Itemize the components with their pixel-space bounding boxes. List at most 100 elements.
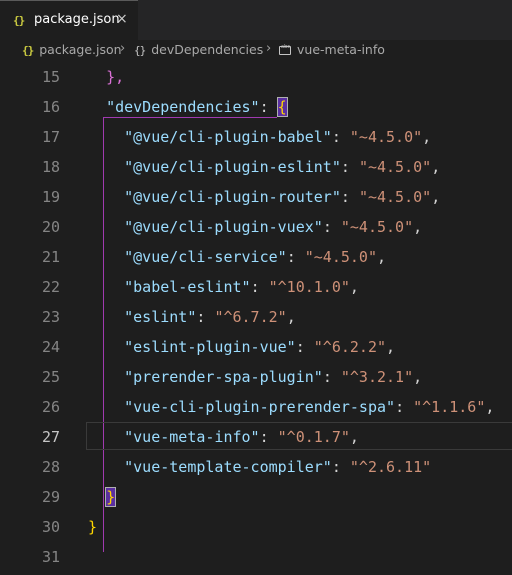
json-value: "^10.1.0" [268,278,350,296]
json-key: "vue-cli-plugin-prerender-spa" [124,398,396,416]
json-value: "~4.5.0" [358,158,432,176]
line-number: 16 [41,98,60,116]
json-value: "~4.5.0" [340,218,414,236]
code-line[interactable]: 21 "@vue/cli-service": "~4.5.0", [0,242,512,272]
line-number: 22 [41,278,60,296]
breadcrumb-item-vue-meta-info[interactable]: vue-meta-info [279,42,385,57]
line-code: "vue-meta-info": "^0.1.7", [124,428,359,446]
line-number: 18 [41,158,60,176]
line-code: "@vue/cli-plugin-vuex": "~4.5.0", [124,218,423,236]
json-key: "@vue/cli-plugin-router" [124,188,341,206]
code-line[interactable]: 15 }, [0,62,512,92]
line-code: "eslint-plugin-vue": "^6.2.2", [124,338,396,356]
punctuation: , [431,188,441,206]
line-code: "babel-eslint": "^10.1.0", [124,278,359,296]
line-number: 25 [41,368,60,386]
code-line[interactable]: 26 "vue-cli-plugin-prerender-spa": "^1.1… [0,392,512,422]
json-key: "@vue/cli-plugin-babel" [124,128,332,146]
json-value: "^0.1.7" [277,428,350,446]
line-number: 28 [41,458,60,476]
code-line[interactable]: 16 "devDependencies": { [0,92,512,122]
line-code: "@vue/cli-plugin-eslint": "~4.5.0", [124,158,441,176]
code-line[interactable]: 30} [0,512,512,542]
line-number: 15 [41,68,60,86]
code-editor[interactable]: 15 }, 16 "devDependencies": {17 "@vue/cli… [0,62,512,575]
code-line[interactable]: 25 "prerender-spa-plugin": "^3.2.1", [0,362,512,392]
json-key: "@vue/cli-service" [124,248,287,266]
close-icon[interactable]: × [116,11,128,27]
breadcrumb-label: vue-meta-info [297,42,385,57]
punctuation: , [485,398,495,416]
code-line[interactable]: 19 "@vue/cli-plugin-router": "~4.5.0", [0,182,512,212]
code-line[interactable]: 29 } [0,482,512,512]
code-line[interactable]: 28 "vue-template-compiler": "^2.6.11" [0,452,512,482]
json-value: "~4.5.0" [349,128,423,146]
json-file-icon: {} [22,44,34,57]
json-file-icon: {} [13,14,25,27]
line-code: "vue-template-compiler": "^2.6.11" [124,458,432,476]
punctuation: , [349,428,359,446]
line-number: 24 [41,338,60,356]
punctuation: , [431,158,441,176]
line-code: "eslint": "^6.7.2", [124,308,296,326]
code-line[interactable]: 24 "eslint-plugin-vue": "^6.2.2", [0,332,512,362]
object-icon: {} [134,44,146,57]
code-line[interactable]: 22 "babel-eslint": "^10.1.0", [0,272,512,302]
line-code: "vue-cli-plugin-prerender-spa": "^1.1.6"… [124,398,495,416]
line-code: "devDependencies": { [106,97,288,117]
json-value: "^3.2.1" [340,368,414,386]
breadcrumb-item-file[interactable]: {} package.json [22,42,122,57]
line-code: "@vue/cli-plugin-babel": "~4.5.0", [124,128,432,146]
json-key: "vue-meta-info" [124,428,260,446]
json-key: "@vue/cli-plugin-vuex" [124,218,323,236]
punctuation: , [413,218,423,236]
breadcrumb-separator-icon: › [120,41,126,56]
code-line[interactable]: 20 "@vue/cli-plugin-vuex": "~4.5.0", [0,212,512,242]
line-number: 20 [41,218,60,236]
line-code: } [88,512,97,542]
json-key: "@vue/cli-plugin-eslint" [124,158,341,176]
breadcrumb-separator-icon: › [266,41,272,56]
punctuation: , [413,368,423,386]
json-key: "eslint" [124,308,197,326]
punctuation: , [286,308,296,326]
line-code: }, [88,62,124,92]
bracket: } [105,487,117,507]
code-line[interactable]: 23 "eslint": "^6.7.2", [0,302,512,332]
code-line[interactable]: 27 "vue-meta-info": "^0.1.7", [0,422,512,452]
string-icon [279,44,291,55]
json-key: "devDependencies" [106,98,260,116]
json-value: "^2.6.11" [349,458,432,476]
bracket: }, [106,68,125,86]
line-code: "prerender-spa-plugin": "^3.2.1", [124,368,423,386]
code-line[interactable]: 17 "@vue/cli-plugin-babel": "~4.5.0", [0,122,512,152]
json-value: "~4.5.0" [304,248,377,266]
bracket: { [276,97,288,117]
breadcrumb: {} package.json › {} devDependencies › vue… [0,40,512,62]
json-key: "prerender-spa-plugin" [124,368,323,386]
line-number: 21 [41,248,60,266]
line-number: 31 [41,548,60,566]
line-number: 29 [41,488,60,506]
line-number: 27 [41,428,60,446]
breadcrumb-item-devdependencies[interactable]: {} devDependencies [134,42,263,57]
code-line[interactable]: 18 "@vue/cli-plugin-eslint": "~4.5.0", [0,152,512,182]
json-key: "babel-eslint" [124,278,251,296]
line-number: 30 [41,518,60,536]
punctuation: , [422,128,432,146]
line-number: 23 [41,308,60,326]
punctuation: , [377,248,387,266]
tab-package-json[interactable]: {} package.json × [0,0,138,40]
json-value: "^1.1.6" [413,398,486,416]
json-value: "~4.5.0" [358,188,432,206]
json-key: "eslint-plugin-vue" [124,338,296,356]
breadcrumb-label: devDependencies [151,42,264,57]
json-value: "^6.7.2" [214,308,287,326]
line-code: "@vue/cli-plugin-router": "~4.5.0", [124,188,441,206]
line-number: 26 [41,398,60,416]
punctuation: , [386,338,396,356]
tab-bar: {} package.json × [0,0,512,40]
line-number: 19 [41,188,60,206]
breadcrumb-label: package.json [39,42,122,57]
code-line[interactable]: 31 [0,542,512,572]
